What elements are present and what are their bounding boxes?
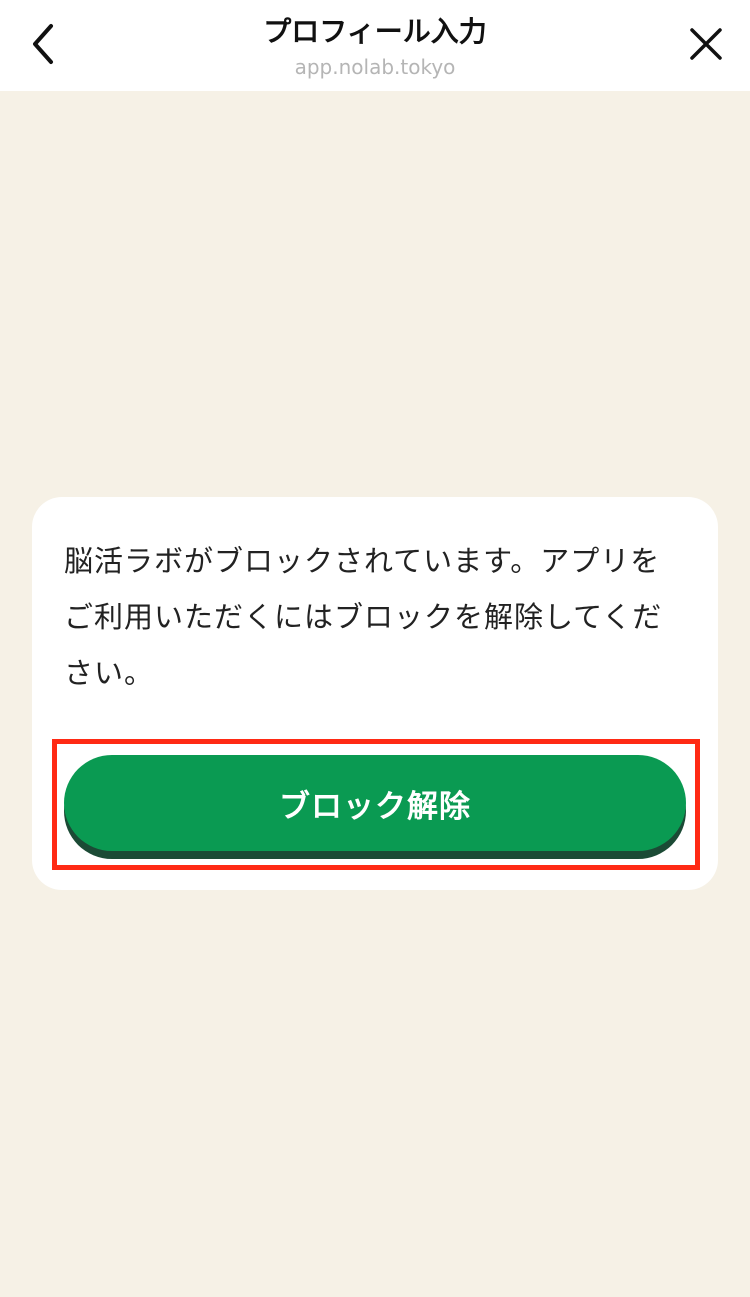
page-title: プロフィール入力: [263, 15, 487, 48]
unblock-button[interactable]: ブロック解除: [64, 755, 686, 851]
block-message: 脳活ラボがブロックされています。アプリをご利用いただくにはブロックを解除してくだ…: [64, 544, 663, 690]
close-icon: [688, 26, 724, 66]
page-url: app.nolab.tokyo: [294, 55, 456, 79]
block-notice-card: 脳活ラボがブロックされています。アプリをご利用いただくにはブロックを解除してくだ…: [32, 497, 718, 890]
unblock-button-label: ブロック解除: [279, 788, 471, 825]
top-bar: プロフィール入力 app.nolab.tokyo: [0, 0, 750, 91]
close-button[interactable]: [682, 22, 730, 70]
